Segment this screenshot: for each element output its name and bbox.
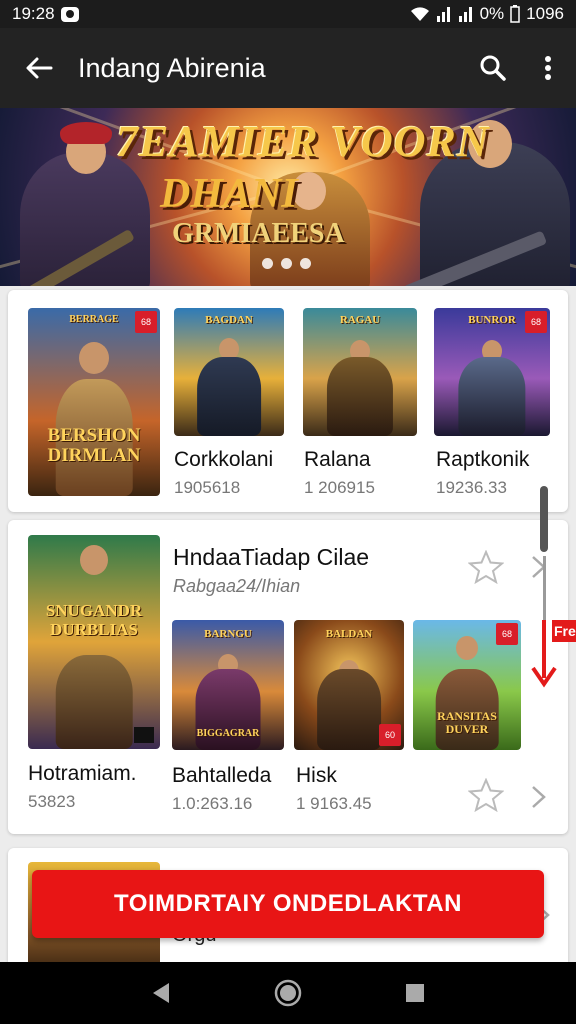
arrow-left-icon [26,57,53,79]
game-logo: BAGDAN [205,314,253,326]
banner-dot[interactable] [281,258,292,269]
page-title: Indang Abirenia [78,52,266,83]
game-logo: BARNGU [204,628,252,640]
status-time: 19:28 [12,4,55,23]
game-badge: 68 [135,311,157,333]
featured-game-meta: 53823 [28,792,76,811]
cta-button[interactable]: TOIMDRTAIY ONDEDLAKTAN [32,870,544,938]
game-meta: 1 206915 [304,478,375,497]
game-logo-bottom: BIGGAGRAR [196,728,260,739]
banner-dot[interactable] [262,258,273,269]
featured-game-tile[interactable]: SNUGANDR DURBLIAS [28,535,160,749]
app-bar: Indang Abirenia [0,28,576,108]
search-icon [480,55,506,81]
status-clock-right: 1096 [526,4,564,23]
game-logo: SNUGANDR DURBLIAS [45,601,143,639]
game-tile-4[interactable]: BUNROR 68 [434,308,550,436]
games-row-card-2: SNUGANDR DURBLIAS Hotramiam. 53823 Hndaa… [8,520,568,834]
game-tile-6[interactable]: BALDAN 60 [294,620,404,750]
nav-home-icon[interactable] [273,978,303,1008]
game-name: Raptkonik [436,448,530,471]
signal-icon-2 [458,7,472,22]
notification-icon [60,6,79,22]
system-nav-bar [0,962,576,1024]
banner-dot[interactable] [300,258,311,269]
game-logo: BERSHON DIRMLAN [47,425,141,466]
banner-title-line2: DHANI [160,171,298,217]
banner-title-line1: 7EAMIER VOORN [116,117,490,166]
game-meta: 1905618 [174,478,241,497]
star-icon[interactable] [468,550,504,584]
search-button[interactable] [466,28,520,108]
game-name: Bahtalleda [172,764,272,787]
more-vert-icon [545,56,551,80]
back-button[interactable] [0,28,78,108]
game-tile-3[interactable]: RAGAU [303,308,417,436]
game-logo: RANSITAS DUVER [437,709,497,736]
section-subtitle: Rabgaa24/Ihian [173,576,301,596]
game-badge: 68 [525,311,547,333]
game-logo: BALDAN [325,628,373,640]
games-row-card-1: BERRAGE BERSHON DIRMLAN 68 BAGDAN Corkko… [8,290,568,512]
scrollbar-thumb[interactable] [540,486,548,552]
wifi-icon [410,7,429,21]
game-meta: 1 9163.45 [296,794,372,813]
game-tile-1[interactable]: BERRAGE BERSHON DIRMLAN 68 [28,308,160,496]
game-name: Corkkolani [174,448,274,471]
game-meta: 19236.33 [436,478,507,497]
game-badge: 68 [496,623,518,645]
chevron-right-icon[interactable] [530,784,548,810]
star-icon[interactable] [468,778,504,812]
section-title: HndaaTiadap Cilae [173,544,370,570]
game-tile-7[interactable]: RANSITAS DUVER 68 [413,620,521,750]
banner-page-indicator [262,258,311,269]
banner-title-line3: GRMIAEESA [172,218,345,249]
more-options-button[interactable] [520,28,576,108]
game-name: Hisk [296,764,337,787]
featured-game-name: Hotramiam. [28,762,137,785]
nav-recents-icon[interactable] [404,982,426,1004]
nav-back-icon[interactable] [150,981,172,1005]
game-tile-5[interactable]: BARNGU BIGGAGRAR [172,620,284,750]
game-tile-2[interactable]: BAGDAN [174,308,284,436]
game-badge: 60 [379,724,401,746]
cta-button-label: TOIMDRTAIY ONDEDLAKTAN [114,890,462,917]
side-tag[interactable]: Fre [552,620,576,642]
game-name: Ralana [304,448,371,471]
signal-icon [436,7,450,22]
status-bar: 19:28 0% 1096 [0,0,576,28]
game-meta: 1.0:263.16 [172,794,253,813]
game-logo-top: BERRAGE [69,314,119,325]
side-tag-label: Fre [554,623,576,639]
battery-icon [510,5,520,23]
game-logo: RAGAU [339,314,381,326]
battery-percent: 0% [479,4,505,23]
